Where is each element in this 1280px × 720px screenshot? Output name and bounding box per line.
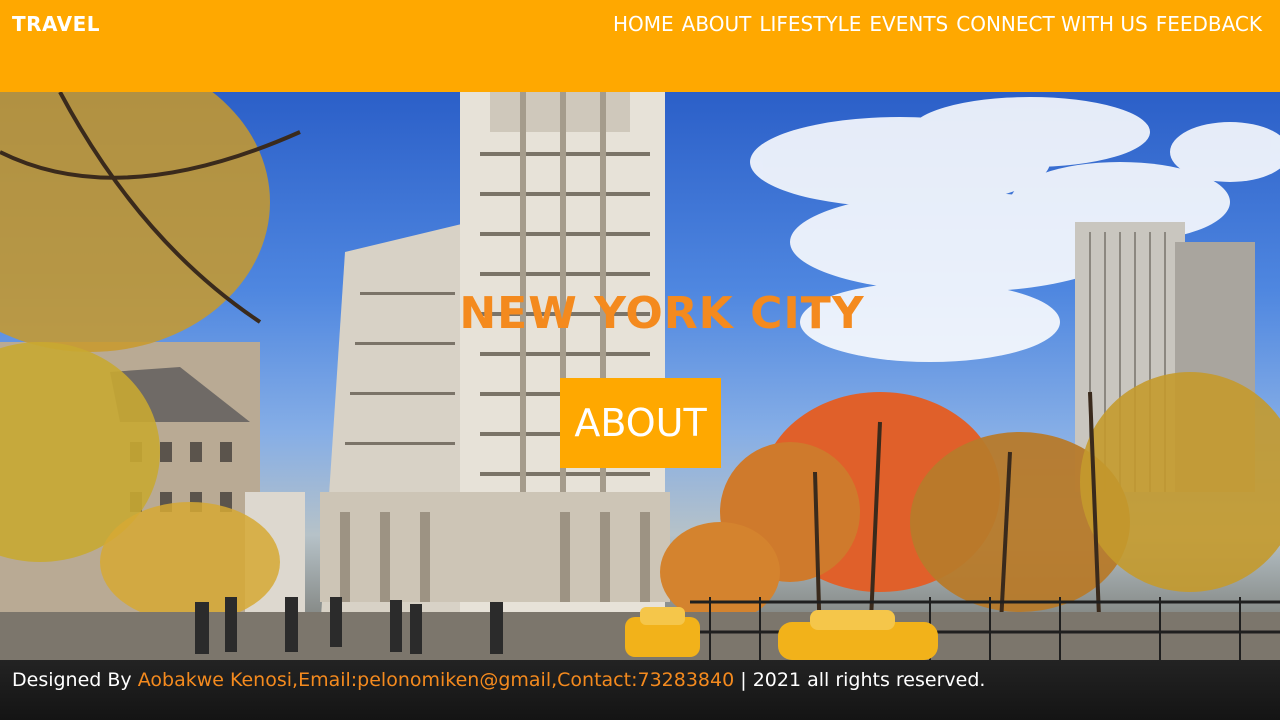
- site-footer: Designed By Aobakwe Kenosi,Email:pelonom…: [0, 660, 1280, 720]
- footer-credits: Aobakwe Kenosi,Email:pelonomiken@gmail,C…: [137, 669, 735, 691]
- nav-lifestyle[interactable]: LIFESTYLE: [759, 12, 861, 36]
- footer-text: Designed By Aobakwe Kenosi,Email:pelonom…: [12, 669, 985, 691]
- top-header: TRAVEL HOME ABOUT LIFESTYLE EVENTS CONNE…: [0, 0, 1280, 92]
- brand-logo[interactable]: TRAVEL: [12, 12, 100, 36]
- nav-feedback[interactable]: FEEDBACK: [1156, 12, 1262, 36]
- nav-about[interactable]: ABOUT: [682, 12, 752, 36]
- about-button[interactable]: ABOUT: [560, 378, 721, 468]
- hero-title: NEW YORK CITY: [459, 288, 865, 339]
- footer-separator: |: [740, 669, 747, 691]
- footer-prefix: Designed By: [12, 669, 132, 691]
- hero-cityscape-image: [0, 92, 1280, 660]
- hero-section: NEW YORK CITY ABOUT: [0, 92, 1280, 660]
- nav-home[interactable]: HOME: [613, 12, 674, 36]
- main-nav: HOME ABOUT LIFESTYLE EVENTS CONNECT WITH…: [613, 12, 1262, 36]
- footer-rights: 2021 all rights reserved.: [752, 669, 986, 691]
- nav-connect[interactable]: CONNECT WITH US: [956, 12, 1147, 36]
- nav-events[interactable]: EVENTS: [869, 12, 948, 36]
